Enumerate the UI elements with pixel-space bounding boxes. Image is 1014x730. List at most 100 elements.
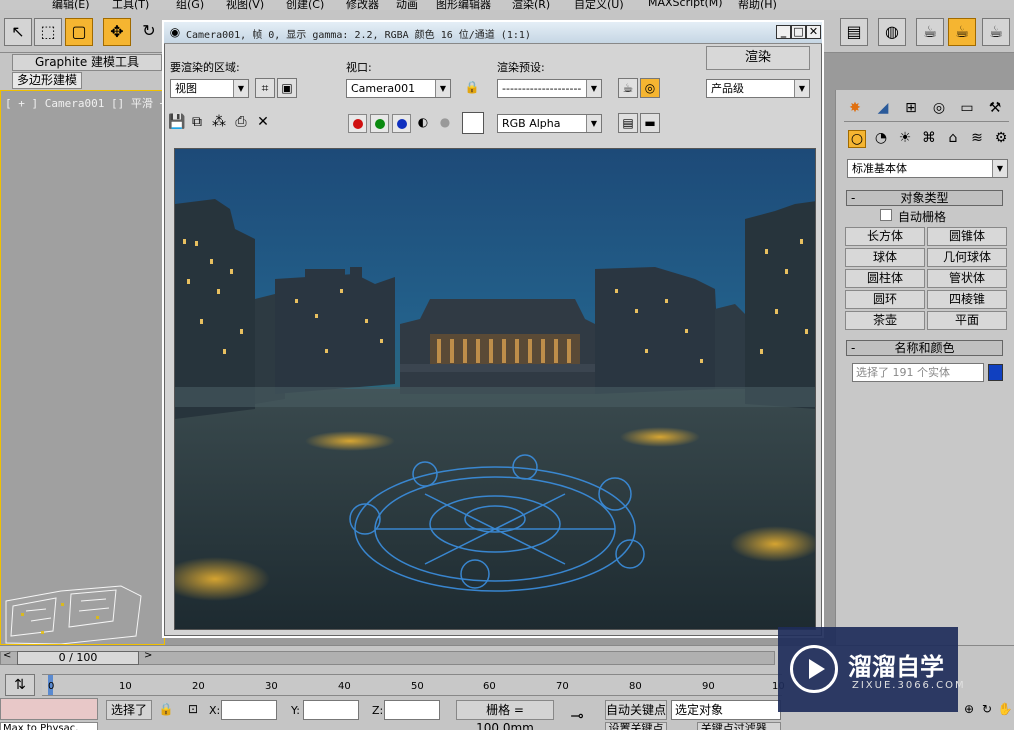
rotate-icon[interactable]: ↻ [135, 18, 163, 46]
absolute-mode-icon[interactable]: ⊡ [184, 701, 202, 719]
minimize-button[interactable]: _ [776, 25, 791, 39]
area-dropdown[interactable]: 视图 ▼ [170, 79, 249, 98]
window-crossing-icon[interactable]: ▢ [65, 18, 93, 46]
box-button[interactable]: 长方体 [845, 227, 925, 246]
key-filters-button[interactable]: 关键点过滤器... [697, 722, 781, 730]
next-frame-icon[interactable]: > [144, 650, 152, 661]
blue-channel-button[interactable] [392, 114, 411, 133]
quality-dropdown[interactable]: 产品级 ▼ [706, 79, 810, 98]
move-icon[interactable]: ✥ [103, 18, 131, 46]
object-color-swatch[interactable] [988, 364, 1003, 381]
zoom-icon[interactable]: ⊕ [960, 701, 978, 719]
tube-button[interactable]: 管状体 [927, 269, 1007, 288]
color-swatch[interactable] [462, 112, 484, 134]
autogrid-checkbox[interactable] [880, 209, 892, 221]
print-icon[interactable]: ⎙ [232, 114, 250, 132]
save-icon[interactable]: 💾 [168, 114, 186, 132]
sphere-button[interactable]: 球体 [845, 248, 925, 267]
render-button[interactable]: 渲染 [706, 46, 810, 70]
environment-icon[interactable]: ◎ [640, 78, 660, 98]
geosphere-button[interactable]: 几何球体 [927, 248, 1007, 267]
clone-icon[interactable]: ⁂ [210, 114, 228, 132]
menu-graph-editors[interactable]: 图形编辑器 [436, 0, 491, 10]
time-slider-thumb[interactable]: 0 / 100 [17, 651, 139, 665]
menu-help[interactable]: 帮助(H) [738, 0, 777, 10]
channel-dropdown[interactable]: RGB Alpha ▼ [497, 114, 602, 133]
plane-button[interactable]: 平面 [927, 311, 1007, 330]
alpha-channel-icon[interactable]: ◐ [414, 114, 432, 132]
shapes-icon[interactable]: ◔ [872, 130, 890, 148]
lock-icon[interactable]: 🔒 [462, 78, 482, 98]
render-frame-icon[interactable]: ☕ [916, 18, 944, 46]
modify-tab-icon[interactable]: ◢ [874, 100, 892, 118]
menu-animation[interactable]: 动画 [396, 0, 418, 10]
render-production-icon[interactable]: ☕ [982, 18, 1010, 46]
hierarchy-tab-icon[interactable]: ⊞ [902, 100, 920, 118]
cone-button[interactable]: 圆锥体 [927, 227, 1007, 246]
select-arrow-icon[interactable]: ↖ [4, 18, 32, 46]
green-channel-button[interactable] [370, 114, 389, 133]
maximize-button[interactable]: □ [791, 25, 806, 39]
camera-viewport[interactable]: [ + ] Camera001 [] 平滑 + 高 [0, 90, 165, 645]
red-channel-button[interactable] [348, 114, 367, 133]
teapot-button[interactable]: 茶壶 [845, 311, 925, 330]
pan-icon[interactable]: ✋ [996, 701, 1014, 719]
mono-icon[interactable]: ● [436, 114, 454, 132]
helpers-icon[interactable]: ⌂ [944, 130, 962, 148]
auto-region-icon[interactable]: ▣ [277, 78, 297, 98]
z-coord-field[interactable] [384, 700, 440, 720]
prev-frame-icon[interactable]: < [3, 650, 11, 661]
category-dropdown[interactable]: 标准基本体 ▼ [847, 159, 1008, 178]
time-slider-track[interactable]: < 0 / 100 > [0, 650, 775, 665]
preset-dropdown[interactable]: -------------------- ▼ [497, 79, 602, 98]
tab-polygon-modeling[interactable]: 多边形建模 [12, 72, 82, 89]
viewport-dropdown[interactable]: Camera001 ▼ [346, 79, 451, 98]
pyramid-button[interactable]: 四棱锥 [927, 290, 1007, 309]
menu-tools[interactable]: 工具(T) [112, 0, 149, 10]
y-coord-field[interactable] [303, 700, 359, 720]
region-select-icon[interactable]: ⬚ [34, 18, 62, 46]
selected-object-dropdown[interactable]: 选定对象 [671, 700, 781, 720]
menu-edit[interactable]: 编辑(E) [52, 0, 90, 10]
motion-tab-icon[interactable]: ◎ [930, 100, 948, 118]
key-icon[interactable]: ⊸ [568, 708, 586, 726]
create-tab-icon[interactable]: ✸ [846, 100, 864, 118]
copy-icon[interactable]: ⧉ [188, 114, 206, 132]
toggle-ui-overlay-icon[interactable]: ▤ [618, 113, 638, 133]
name-color-rollout[interactable]: - 名称和颜色 [846, 340, 1003, 356]
lights-icon[interactable]: ☀ [896, 130, 914, 148]
x-coord-field[interactable] [221, 700, 277, 720]
spacewarps-icon[interactable]: ≋ [968, 130, 986, 148]
track-bar-toggle-icon[interactable]: ⇅ [5, 674, 35, 696]
menu-customize[interactable]: 自定义(U) [574, 0, 624, 10]
selection-lock-icon[interactable]: 🔒 [157, 701, 175, 719]
edit-region-icon[interactable]: ⌗ [255, 78, 275, 98]
display-tab-icon[interactable]: ▭ [958, 100, 976, 118]
cameras-icon[interactable]: ⌘ [920, 130, 938, 148]
systems-icon[interactable]: ⚙ [992, 130, 1010, 148]
menu-rendering[interactable]: 渲染(R) [512, 0, 550, 10]
cylinder-button[interactable]: 圆柱体 [845, 269, 925, 288]
menu-views[interactable]: 视图(V) [226, 0, 264, 10]
close-button[interactable]: ✕ [806, 25, 821, 39]
maxscript-listener[interactable] [0, 698, 98, 720]
geometry-icon[interactable]: ○ [848, 130, 866, 148]
tab-graphite-modeling[interactable]: Graphite 建模工具 [12, 54, 162, 71]
auto-key-button[interactable]: 自动关键点 [605, 700, 667, 720]
menu-maxscript[interactable]: MAXScript(M) [648, 0, 723, 9]
object-name-field[interactable]: 选择了 191 个实体 [852, 363, 984, 382]
window-titlebar[interactable]: ◉ Camera001, 帧 0, 显示 gamma: 2.2, RGBA 颜色… [164, 22, 822, 44]
clear-icon[interactable]: ✕ [254, 114, 272, 132]
script-output[interactable]: Max to Physac. [0, 722, 98, 730]
torus-button[interactable]: 圆环 [845, 290, 925, 309]
utilities-tab-icon[interactable]: ⚒ [986, 100, 1004, 118]
trackbar[interactable]: 0 10 20 30 40 50 60 70 80 90 10 [42, 674, 785, 696]
render-setup-icon[interactable]: ▤ [840, 18, 868, 46]
orbit-icon[interactable]: ↻ [978, 701, 996, 719]
material-editor-icon[interactable]: ◍ [878, 18, 906, 46]
quick-render-icon[interactable]: ☕ [948, 18, 976, 46]
menu-create[interactable]: 创建(C) [286, 0, 324, 10]
render-setup-icon[interactable]: ☕ [618, 78, 638, 98]
menu-modifiers[interactable]: 修改器 [346, 0, 379, 10]
toggle-ui-icon[interactable]: ▬ [640, 113, 660, 133]
